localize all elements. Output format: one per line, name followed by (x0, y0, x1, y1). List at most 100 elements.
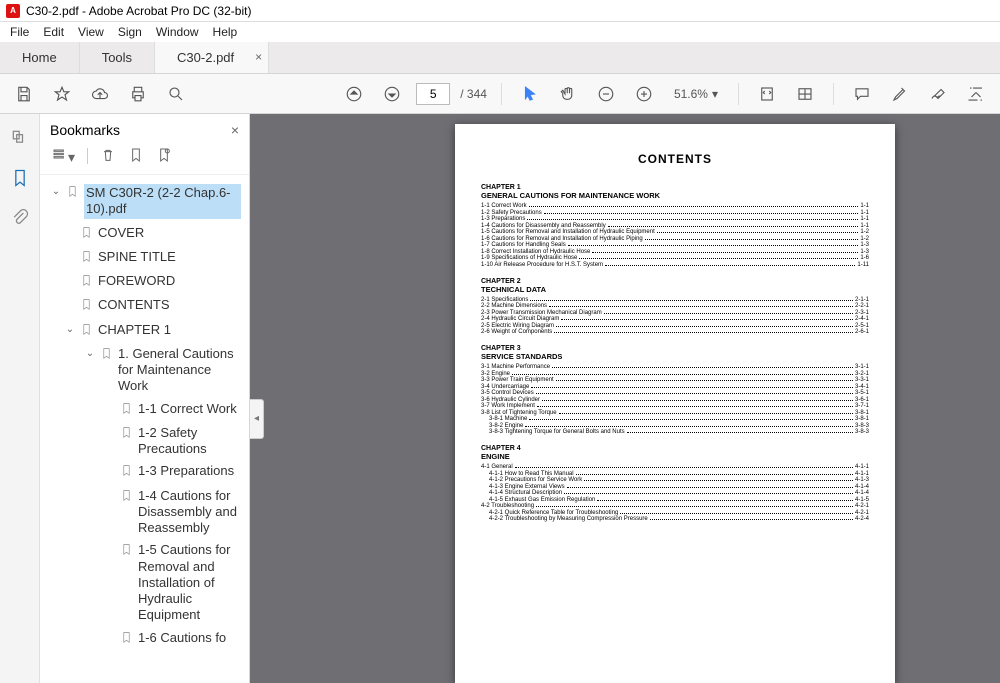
bookmark-contents[interactable]: ›CONTENTS (48, 294, 243, 318)
tab-document[interactable]: C30-2.pdf × (155, 42, 269, 73)
bookmark-root[interactable]: ⌄ SM C30R-2 (2-2 Chap.6-10).pdf (48, 181, 243, 222)
thumbnails-icon[interactable] (10, 128, 30, 148)
menu-help[interactable]: Help (213, 25, 238, 39)
toc-dots (657, 229, 859, 233)
expand-icon[interactable]: ⌄ (64, 324, 76, 337)
hand-icon[interactable] (554, 80, 582, 108)
bookmark-foreword[interactable]: ›FOREWORD (48, 270, 243, 294)
toc-line: 1-5 Cautions for Removal and Installatio… (481, 229, 869, 235)
chapter-title: SERVICE STANDARDS (481, 352, 869, 361)
panel-collapse-handle[interactable]: ◂ (250, 399, 264, 439)
next-page-icon[interactable] (378, 80, 406, 108)
toc-entry-title: 1-5 Cautions for Removal and Installatio… (481, 229, 655, 235)
toc-dots (544, 210, 859, 214)
bookmark-icon (120, 402, 134, 419)
bookmark-icon (120, 543, 134, 560)
bookmark-item[interactable]: ›1-4 Cautions for Disassembly and Reasse… (48, 485, 243, 540)
delete-icon[interactable] (100, 147, 116, 166)
menu-view[interactable]: View (78, 25, 104, 39)
bookmarks-rail-icon[interactable] (10, 168, 30, 188)
toc-entry-title: 1-8 Correct Installation of Hydraulic Ho… (481, 249, 590, 255)
bookmark-cover[interactable]: ›COVER (48, 222, 243, 246)
chapter-label: CHAPTER 4 (481, 445, 869, 452)
more-tools-icon[interactable] (962, 80, 990, 108)
bookmark-item[interactable]: ›1-6 Cautions fo (48, 627, 243, 651)
page-number-input[interactable] (416, 83, 450, 105)
toc-line: 1-8 Correct Installation of Hydraulic Ho… (481, 249, 869, 255)
bookmark-item[interactable]: ›1-3 Preparations (48, 460, 243, 484)
comment-icon[interactable] (848, 80, 876, 108)
document-viewer[interactable]: ◂ CONTENTS CHAPTER 1 GENERAL CAUTIONS FO… (250, 114, 1000, 683)
menu-window[interactable]: Window (156, 25, 199, 39)
toc-dots (627, 429, 853, 433)
toc-entry-title: 3-7 Work Implement (481, 403, 535, 409)
tab-tools[interactable]: Tools (80, 42, 155, 73)
new-bookmark-icon[interactable] (128, 147, 144, 166)
toc-entry-page: 4-2-1 (855, 510, 869, 516)
bookmark-label: 1. General Cautions for Maintenance Work (118, 346, 241, 395)
print-icon[interactable] (124, 80, 152, 108)
toc-entry-title: 3-8-2 Engine (481, 423, 523, 429)
bookmark-spine[interactable]: ›SPINE TITLE (48, 246, 243, 270)
close-panel-icon[interactable]: × (231, 122, 239, 138)
toc-entry-title: 3-8-3 Tightening Torque for General Bolt… (481, 429, 625, 435)
toc-line: 1-10 Air Release Procedure for H.S.T. Sy… (481, 262, 869, 268)
expand-icon[interactable]: ⌄ (50, 186, 62, 199)
tab-home[interactable]: Home (0, 42, 80, 73)
search-icon[interactable] (162, 80, 190, 108)
zoom-out-icon[interactable] (592, 80, 620, 108)
toc-dots (529, 416, 853, 420)
attachments-icon[interactable] (10, 208, 30, 228)
toc-line: 2-1 Specifications2-1-1 (481, 297, 869, 303)
bookmark-item[interactable]: ›1-5 Cautions for Removal and Installati… (48, 539, 243, 626)
toc-line: 2-5 Electric Wiring Diagram2-5-1 (481, 323, 869, 329)
bookmark-label: CHAPTER 1 (98, 322, 241, 338)
toc-line: 1-7 Cautions for Handling Seals1-3 (481, 242, 869, 248)
toc-entry-title: 3-2 Engine (481, 371, 510, 377)
menu-bar: File Edit View Sign Window Help (0, 22, 1000, 42)
toc-entry-title: 3-8-1 Machine (481, 416, 527, 422)
page-view-icon[interactable] (791, 80, 819, 108)
find-bookmark-icon[interactable] (156, 147, 172, 166)
close-tab-icon[interactable]: × (255, 50, 262, 64)
bookmark-label: CONTENTS (98, 297, 241, 313)
toc-dots (605, 262, 855, 266)
toc-entry-page: 3-3-1 (855, 377, 869, 383)
highlight-icon[interactable] (886, 80, 914, 108)
bookmark-general[interactable]: ⌄ 1. General Cautions for Maintenance Wor… (48, 343, 243, 398)
sign-icon[interactable] (924, 80, 952, 108)
toc-entry-title: 3-3 Power Train Equipment (481, 377, 554, 383)
toc-line: 3-8-3 Tightening Torque for General Bolt… (481, 429, 869, 435)
bookmark-icon (120, 631, 134, 648)
zoom-level-dropdown[interactable]: 51.6%▾ (668, 87, 724, 101)
toc-line: 4-1-1 How to Read This Manual4-1-1 (481, 471, 869, 477)
toc-dots (527, 216, 858, 220)
zoom-level-label: 51.6% (674, 87, 708, 101)
toc-line: 3-3 Power Train Equipment 3-3-1 (481, 377, 869, 383)
bookmark-label: 1-2 Safety Precautions (138, 425, 241, 458)
menu-file[interactable]: File (10, 25, 29, 39)
zoom-in-icon[interactable] (630, 80, 658, 108)
expand-icon[interactable]: ⌄ (84, 348, 96, 361)
toc-dots (537, 403, 853, 407)
menu-sign[interactable]: Sign (118, 25, 142, 39)
tab-home-label: Home (22, 50, 57, 65)
bookmark-chapter1[interactable]: ⌄ CHAPTER 1 (48, 319, 243, 343)
bookmark-label: 1-4 Cautions for Disassembly and Reassem… (138, 488, 241, 537)
toc-entry-title: 2-2 Machine Dimensions (481, 303, 547, 309)
fit-page-icon[interactable] (753, 80, 781, 108)
options-icon[interactable]: ▾ (52, 146, 75, 166)
cursor-icon[interactable] (516, 80, 544, 108)
menu-edit[interactable]: Edit (43, 25, 64, 39)
bookmarks-tree[interactable]: ⌄ SM C30R-2 (2-2 Chap.6-10).pdf ›COVER ›… (40, 175, 249, 683)
save-icon[interactable] (10, 80, 38, 108)
bookmark-item[interactable]: ›1-1 Correct Work (48, 398, 243, 422)
separator (87, 148, 88, 164)
toc-line: 1-9 Specifications of Hydraulic Hose1-6 (481, 255, 869, 261)
toc-entry-title: 2-4 Hydraulic Circuit Diagram (481, 316, 559, 322)
star-icon[interactable] (48, 80, 76, 108)
cloud-upload-icon[interactable] (86, 80, 114, 108)
prev-page-icon[interactable] (340, 80, 368, 108)
bookmark-item[interactable]: ›1-2 Safety Precautions (48, 422, 243, 461)
toc-entry-page: 2-5-1 (855, 323, 869, 329)
